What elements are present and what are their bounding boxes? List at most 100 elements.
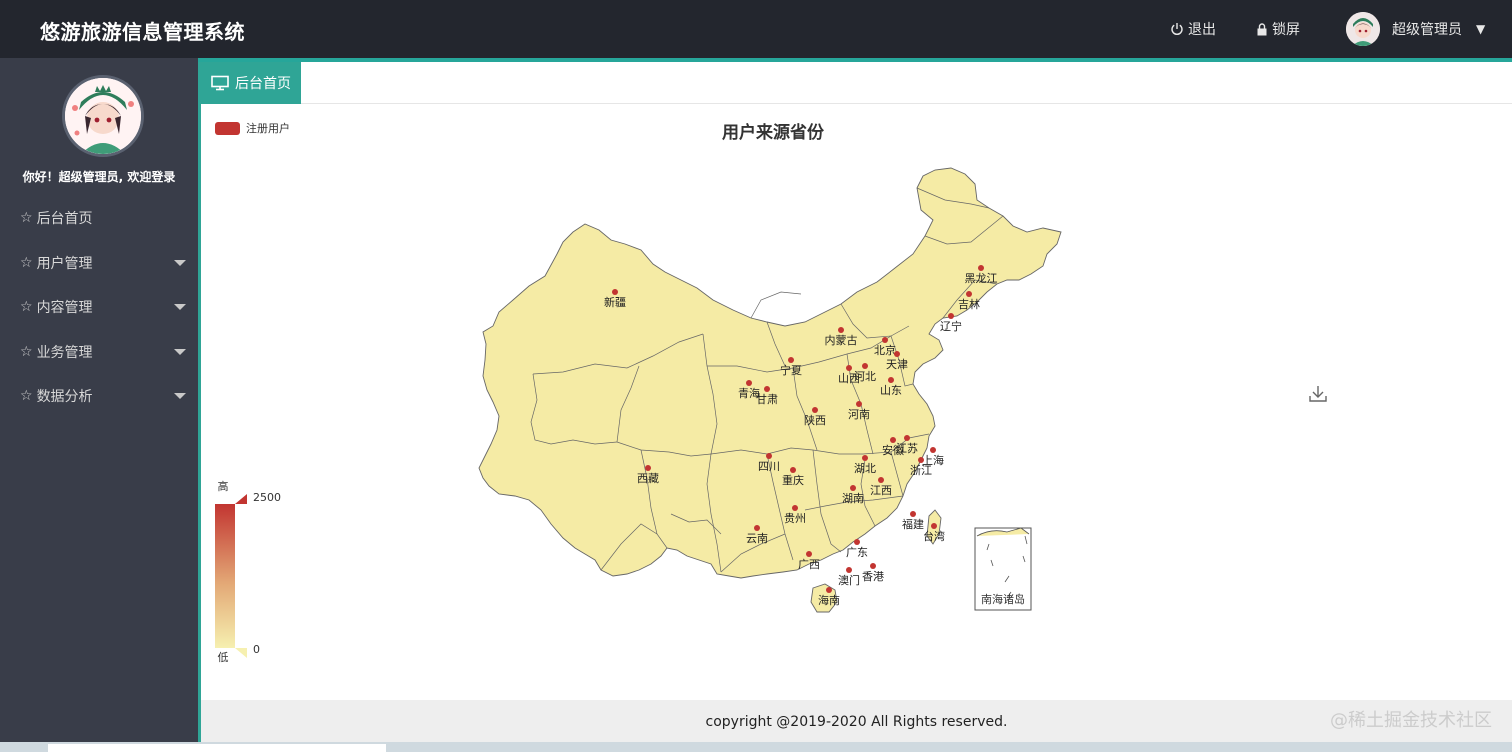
province-point[interactable] [862,455,868,461]
sidebar-item-label: 后台首页 [36,211,93,228]
province-point[interactable] [862,363,868,369]
province-label: 广西 [798,558,820,571]
province-label: 江西 [870,484,892,497]
south-china-sea-inset: 南海诸岛 [974,527,1032,611]
province-point[interactable] [846,365,852,371]
province-point[interactable] [910,511,916,517]
province-point[interactable] [788,357,794,363]
province-label: 上海 [922,453,944,467]
province-label: 福建 [902,517,924,531]
sidebar-item-business-management[interactable]: ☆ 业务管理 [0,330,198,375]
province-point[interactable] [854,539,860,545]
welcome-message: 你好！超级管理员, 欢迎登录 [22,170,176,184]
lock-label: 锁屏 [1272,22,1300,38]
province-label: 陕西 [804,413,826,427]
province-label: 吉林 [958,297,980,311]
sidebar-item-label: 业务管理 [36,344,93,361]
sidebar-item-content-management[interactable]: ☆ 内容管理 [0,285,198,330]
visual-map-handle-bottom [235,648,247,658]
province-label: 湖北 [854,462,876,475]
province-point[interactable] [878,477,884,483]
province-point[interactable] [856,401,862,407]
province-point[interactable] [846,567,852,573]
province-point[interactable] [978,265,984,271]
province-point[interactable] [931,523,937,529]
copyright-text: copyright @2019-2020 All Rights reserved… [705,714,1008,730]
visual-map-max: 2500 [253,491,281,504]
province-point[interactable] [850,485,856,491]
province-point[interactable] [826,587,832,593]
province-point[interactable] [806,551,812,557]
caret-down-icon [174,348,186,355]
province-label: 重庆 [782,473,804,487]
lock-icon [1257,22,1267,35]
province-point[interactable] [930,447,936,453]
power-icon [1171,23,1183,36]
province-point[interactable] [888,377,894,383]
province-point[interactable] [890,437,896,443]
star-icon: ☆ [20,254,33,271]
province-point[interactable] [790,467,796,473]
china-outline [478,167,1062,579]
logout-label: 退出 [1188,22,1216,38]
province-point[interactable] [764,386,770,392]
visual-map-handle-top [235,494,247,504]
province-label: 甘肃 [756,393,778,406]
visual-map-bar [215,504,235,648]
visual-map-low-label: 低 [218,651,229,664]
province-label: 广东 [846,546,868,559]
star-icon: ☆ [20,388,33,405]
province-point[interactable] [966,291,972,297]
lock-screen-button[interactable]: 锁屏 [1256,19,1300,39]
province-label: 天津 [886,358,908,371]
province-label: 内蒙古 [825,333,858,347]
sidebar-item-user-management[interactable]: ☆ 用户管理 [0,241,198,286]
sidebar-item-data-analysis[interactable]: ☆ 数据分析 [0,374,198,419]
province-point[interactable] [838,327,844,333]
province-label: 湖南 [842,492,864,505]
tab-bar: 后台首页 [201,62,1512,104]
province-label: 宁夏 [780,363,802,377]
star-icon: ☆ [20,210,33,227]
province-point[interactable] [812,407,818,413]
download-icon[interactable] [1308,384,1328,404]
logout-button[interactable]: 退出 [1170,19,1216,39]
sidebar-item-label: 数据分析 [36,389,93,406]
province-label: 云南 [746,532,768,545]
avatar [1346,12,1380,46]
province-label: 四川 [758,460,780,473]
province-point[interactable] [870,563,876,569]
province-point[interactable] [612,289,618,295]
province-label: 澳门 [838,573,860,587]
province-point[interactable] [882,337,888,343]
province-point[interactable] [904,435,910,441]
province-point[interactable] [792,505,798,511]
province-point[interactable] [645,465,651,471]
province-label: 西藏 [637,472,659,485]
sidebar-menu: ☆ 后台首页 ☆ 用户管理 ☆ 内容管理 ☆ 业务管理 ☆ 数据分析 [0,196,198,419]
province-label: 河南 [848,408,870,421]
map-chart: 注册用户 用户来源省份 高 2500 0 低 新疆 西藏 青海 甘肃 宁夏 内蒙… [201,104,1512,700]
star-icon: ☆ [20,343,33,360]
province-point[interactable] [746,380,752,386]
province-label: 安徽 [882,443,904,457]
province-point[interactable] [766,453,772,459]
taskbar-search-box[interactable] [48,744,386,752]
province-label: 黑龙江 [965,272,998,285]
tab-dashboard[interactable]: 后台首页 [201,62,301,104]
province-point[interactable] [894,351,900,357]
sidebar-item-label: 内容管理 [36,300,93,317]
app-root: 悠游旅游信息管理系统 退出 锁屏 超级管理员 ▼ 你好！超级管理员, 欢迎登录 … [0,0,1512,752]
profile-avatar [62,75,144,157]
user-menu[interactable]: 超级管理员 ▼ [1346,12,1485,46]
sidebar: 你好！超级管理员, 欢迎登录 ☆ 后台首页 ☆ 用户管理 ☆ 内容管理 ☆ 业务… [0,58,198,752]
map-regions [478,167,1062,613]
app-title: 悠游旅游信息管理系统 [40,20,245,44]
sidebar-item-dashboard[interactable]: ☆ 后台首页 [0,196,198,241]
province-label: 山东 [880,384,902,397]
os-taskbar [0,742,1512,752]
province-point[interactable] [948,313,954,319]
star-icon: ☆ [20,299,33,316]
province-label: 台湾 [923,529,945,543]
province-point[interactable] [754,525,760,531]
